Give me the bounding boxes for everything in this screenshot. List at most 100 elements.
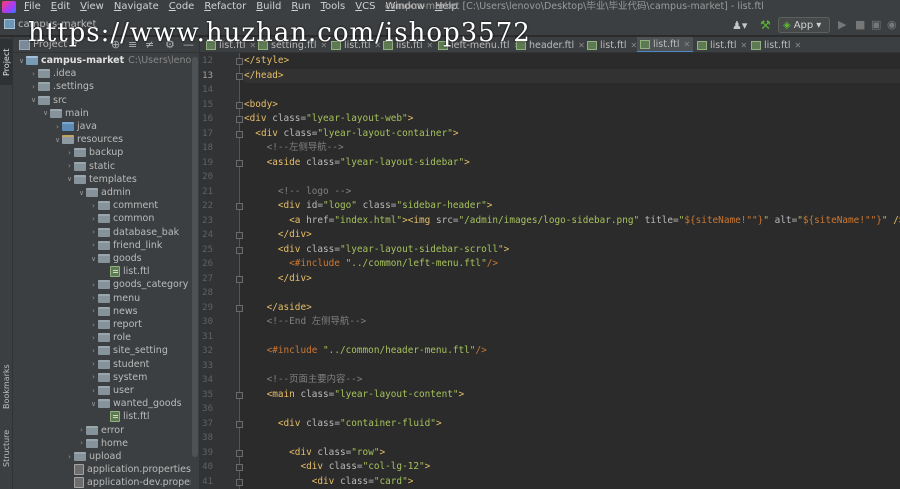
chevron-right-icon[interactable]: › bbox=[65, 162, 74, 170]
menu-edit[interactable]: Edit bbox=[46, 0, 75, 14]
tree-folder-item[interactable]: › site_setting bbox=[13, 344, 191, 357]
chevron-right-icon[interactable]: › bbox=[89, 294, 98, 302]
menu-run[interactable]: Run bbox=[286, 0, 315, 14]
code-line[interactable]: <#include "../common/left-menu.ftl"/> bbox=[244, 257, 498, 272]
code-line[interactable]: <div class="lyear-layout-sidebar-scroll"… bbox=[244, 243, 509, 258]
chevron-right-icon[interactable]: › bbox=[89, 387, 98, 395]
tree-folder-item[interactable]: › database_bak bbox=[13, 226, 191, 239]
chevron-down-icon[interactable]: ∨ bbox=[77, 189, 86, 197]
menu-refactor[interactable]: Refactor bbox=[199, 0, 251, 14]
close-icon[interactable]: ✕ bbox=[795, 41, 802, 50]
tree-folder-item[interactable]: ∨ templates bbox=[13, 173, 191, 186]
chevron-down-icon[interactable]: ∨ bbox=[17, 57, 26, 65]
chevron-right-icon[interactable]: › bbox=[29, 83, 38, 91]
run-config-select[interactable]: ◈ App ▾ bbox=[778, 17, 830, 33]
tree-folder-item[interactable]: › static bbox=[13, 160, 191, 173]
code-line[interactable]: <div id="logo" class="sidebar-header"> bbox=[244, 199, 493, 214]
tree-folder-item[interactable]: ∨ main bbox=[13, 107, 191, 120]
tree-folder-item[interactable]: › user bbox=[13, 384, 191, 397]
chevron-right-icon[interactable]: › bbox=[65, 453, 74, 461]
fold-marker-icon[interactable] bbox=[236, 420, 243, 428]
code-line[interactable]: <div class="row"> bbox=[244, 446, 385, 461]
tree-folder-item[interactable]: › home bbox=[13, 437, 191, 450]
code-line[interactable]: <div class="lyear-layout-container"> bbox=[244, 127, 458, 142]
fold-marker-icon[interactable] bbox=[236, 116, 243, 123]
editor-tab[interactable]: list.ftl ✕ bbox=[584, 37, 640, 52]
chevron-down-icon[interactable]: ∨ bbox=[89, 400, 98, 408]
fold-marker-icon[interactable] bbox=[236, 232, 243, 239]
chevron-down-icon[interactable]: ∨ bbox=[29, 96, 38, 104]
code-line[interactable]: <div class="container-fluid"> bbox=[244, 417, 442, 432]
chevron-right-icon[interactable]: › bbox=[89, 307, 98, 315]
tree-folder-item[interactable]: ∨ campus-marketC:\Users\lenovo\Deskt bbox=[13, 54, 191, 67]
chevron-right-icon[interactable]: › bbox=[89, 228, 98, 236]
debug-icon[interactable]: ■ bbox=[855, 18, 865, 31]
tree-folder-item[interactable]: › news bbox=[13, 305, 191, 318]
fold-marker-icon[interactable] bbox=[236, 275, 243, 283]
tree-folder-item[interactable]: › student bbox=[13, 358, 191, 371]
tree-folder-item[interactable]: › goods_category bbox=[13, 278, 191, 291]
chevron-right-icon[interactable]: › bbox=[89, 281, 98, 289]
chevron-right-icon[interactable]: › bbox=[89, 373, 98, 381]
code-line[interactable]: <!--左侧导航--> bbox=[244, 141, 344, 156]
coverage-icon[interactable]: ▣ bbox=[871, 18, 881, 31]
fold-marker-icon[interactable] bbox=[236, 246, 243, 254]
chevron-right-icon[interactable]: › bbox=[89, 360, 98, 368]
editor-tab[interactable]: list.ftl ✕ bbox=[637, 37, 694, 52]
chevron-down-icon[interactable]: ∨ bbox=[65, 175, 74, 183]
tree-folder-item[interactable]: ∨ wanted_goods bbox=[13, 397, 191, 410]
tree-file-item[interactable]: list.ftl bbox=[13, 265, 191, 278]
tree-file-item[interactable]: application-dev.properties bbox=[13, 476, 191, 489]
code-line[interactable]: <main class="lyear-layout-content"> bbox=[244, 388, 465, 403]
menu-tools[interactable]: Tools bbox=[316, 0, 351, 14]
fold-marker-icon[interactable] bbox=[236, 449, 243, 457]
code-line[interactable]: </head> bbox=[244, 68, 900, 83]
code-line[interactable]: <a href="index.html"><img src="/admin/im… bbox=[244, 214, 900, 229]
editor-gutter[interactable]: 12 13 14 15 16 17 18 19 20 21 22 23 24 25 26 27 28 29 30 31… bbox=[200, 53, 243, 489]
run-icon[interactable]: ▶ bbox=[838, 18, 846, 31]
code-line[interactable]: <div class="lyear-layout-web"> bbox=[244, 112, 413, 127]
fold-marker-icon[interactable] bbox=[236, 464, 243, 471]
code-line[interactable]: </aside> bbox=[244, 301, 312, 316]
editor-tab[interactable]: list.ftl ✕ bbox=[694, 37, 750, 52]
code-line[interactable]: </div> bbox=[244, 272, 312, 287]
code-line[interactable]: <#include "../common/header-menu.ftl"/> bbox=[244, 344, 487, 359]
menu-build[interactable]: Build bbox=[251, 0, 286, 14]
fold-marker-icon[interactable] bbox=[236, 478, 243, 486]
tree-folder-item[interactable]: › error bbox=[13, 424, 191, 437]
chevron-right-icon[interactable]: › bbox=[77, 439, 86, 447]
tree-folder-item[interactable]: › backup bbox=[13, 146, 191, 159]
fold-marker-icon[interactable] bbox=[236, 304, 243, 312]
code-line[interactable]: <body> bbox=[244, 98, 278, 113]
tree-folder-item[interactable]: › system bbox=[13, 371, 191, 384]
fold-marker-icon[interactable] bbox=[236, 203, 243, 210]
code-line[interactable]: <aside class="lyear-layout-sidebar"> bbox=[244, 156, 470, 171]
fold-marker-icon[interactable] bbox=[236, 58, 243, 65]
project-tree-scrollbar[interactable] bbox=[192, 57, 198, 457]
chevron-down-icon[interactable]: ∨ bbox=[53, 136, 62, 144]
fold-marker-icon[interactable] bbox=[236, 159, 243, 167]
fold-marker-icon[interactable] bbox=[236, 130, 243, 138]
profile-icon[interactable]: ◉ bbox=[887, 18, 897, 31]
tree-folder-item[interactable]: ∨ goods bbox=[13, 252, 191, 265]
tree-folder-item[interactable]: › upload bbox=[13, 450, 191, 463]
project-tool-button[interactable]: Project bbox=[0, 39, 13, 85]
menu-navigate[interactable]: Navigate bbox=[109, 0, 164, 14]
chevron-down-icon[interactable]: ∨ bbox=[41, 109, 50, 117]
editor-tab[interactable]: list.ftl ✕ bbox=[748, 37, 804, 52]
code-line[interactable]: </style> bbox=[244, 54, 289, 69]
tree-folder-item[interactable]: › role bbox=[13, 331, 191, 344]
menu-file[interactable]: File bbox=[19, 0, 46, 14]
code-line[interactable]: <div class="card"> bbox=[244, 475, 414, 489]
chevron-right-icon[interactable]: › bbox=[65, 149, 74, 157]
chevron-down-icon[interactable]: ∨ bbox=[89, 255, 98, 263]
chevron-right-icon[interactable]: › bbox=[89, 347, 98, 355]
menu-vcs[interactable]: VCS bbox=[350, 0, 380, 14]
chevron-right-icon[interactable]: › bbox=[53, 123, 62, 131]
fold-marker-icon[interactable] bbox=[236, 391, 243, 399]
tree-folder-item[interactable]: › .settings bbox=[13, 80, 191, 93]
code-editor[interactable]: 12 13 14 15 16 17 18 19 20 21 22 23 24 25 26 27 28 29 30 31… bbox=[200, 53, 900, 489]
tree-folder-item[interactable]: › menu bbox=[13, 292, 191, 305]
tree-file-item[interactable]: list.ftl bbox=[13, 410, 191, 423]
user-icon[interactable]: ♟▾ bbox=[732, 19, 747, 32]
